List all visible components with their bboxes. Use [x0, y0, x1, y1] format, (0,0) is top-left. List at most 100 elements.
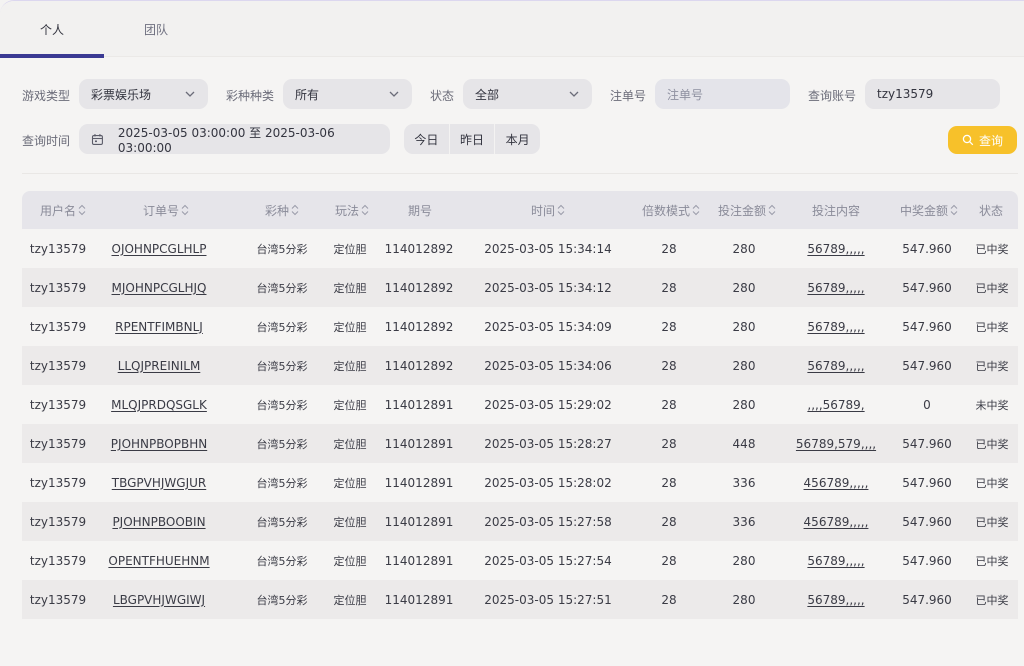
- cell-status: 已中奖: [975, 515, 1009, 529]
- cell-bet-content[interactable]: 456789,,,,,: [786, 463, 886, 502]
- cell-win-amount: 547.960: [902, 475, 952, 490]
- column-label: 用户名: [39, 203, 76, 218]
- cell-issue: 114012892: [384, 358, 454, 373]
- cell-bet-amount: 280: [732, 592, 756, 607]
- account-value: tzy13579: [877, 87, 934, 101]
- table-row: tzy13579 MJOHNPCGLHJQ 台湾5分彩 定位胆 114012892 202…: [22, 268, 1018, 307]
- cell-lottery: 台湾5分彩: [256, 437, 308, 451]
- sort-icon: [78, 204, 86, 216]
- cell-bet-content[interactable]: 56789,,,,,: [786, 229, 886, 268]
- cell-multiplier: 28: [661, 514, 677, 529]
- search-icon: [962, 134, 974, 146]
- status-select[interactable]: 全部: [463, 79, 592, 109]
- lottery-type-label: 彩种种类: [226, 89, 275, 103]
- game-type-value: 彩票娱乐场: [91, 87, 152, 102]
- query-button[interactable]: 查询: [948, 126, 1017, 154]
- cell-order-no[interactable]: RPENTFIMBNLJ: [94, 307, 224, 346]
- cell-username: tzy13579: [29, 280, 87, 295]
- sort-icon: [361, 204, 369, 216]
- cell-username: tzy13579: [29, 436, 87, 451]
- column-header-multiplier[interactable]: 倍数模式: [636, 191, 706, 229]
- yesterday-button[interactable]: 昨日: [450, 124, 496, 154]
- cell-win-amount: 547.960: [902, 592, 952, 607]
- cell-time: 2025-03-05 15:34:06: [484, 358, 612, 373]
- cell-order-no[interactable]: MJOHNPCGLHJQ: [94, 268, 224, 307]
- query-button-label: 查询: [978, 133, 1003, 148]
- cell-order-no[interactable]: LLQJPREINILM: [94, 346, 224, 385]
- cell-order-no[interactable]: MLQJPRDQSGLK: [94, 385, 224, 424]
- cell-issue: 114012891: [384, 553, 454, 568]
- cell-issue: 114012891: [384, 475, 454, 490]
- cell-status: 已中奖: [975, 554, 1009, 568]
- column-header-lottery[interactable]: 彩种: [240, 191, 324, 229]
- table-row: tzy13579 TBGPVHJWGJUR 台湾5分彩 定位胆 114012891 202…: [22, 463, 1018, 502]
- cell-win-amount: 547.960: [902, 280, 952, 295]
- tab-personal[interactable]: 个人: [0, 1, 104, 58]
- cell-time: 2025-03-05 15:34:09: [484, 319, 612, 334]
- column-header-order-no[interactable]: 订单号: [104, 191, 228, 229]
- column-header-time[interactable]: 时间: [466, 191, 630, 229]
- account-label: 查询账号: [808, 89, 857, 103]
- today-button[interactable]: 今日: [404, 124, 450, 154]
- column-header-win-amount[interactable]: 中奖金额: [888, 191, 970, 229]
- table-row: tzy13579 PJOHNPBOPBHN 台湾5分彩 定位胆 114012891 202…: [22, 424, 1018, 463]
- cell-order-no[interactable]: OJOHNPCGLHLP: [94, 229, 224, 268]
- column-header-bet-content: 投注内容: [788, 191, 884, 229]
- cell-bet-content[interactable]: ,,,,56789,: [786, 385, 886, 424]
- cell-status: 已中奖: [975, 242, 1009, 256]
- column-header-play[interactable]: 玩法: [320, 191, 384, 229]
- cell-issue: 114012892: [384, 241, 454, 256]
- cell-win-amount: 547.960: [902, 319, 952, 334]
- cell-order-no[interactable]: PJOHNPBOPBHN: [94, 424, 224, 463]
- cell-play: 定位胆: [333, 515, 367, 529]
- cell-order-no[interactable]: PJOHNPBOOBIN: [94, 502, 224, 541]
- game-type-select[interactable]: 彩票娱乐场: [79, 79, 208, 109]
- column-header-bet-amount[interactable]: 投注金额: [710, 191, 784, 229]
- cell-bet-content[interactable]: 456789,,,,,: [786, 502, 886, 541]
- status-label: 状态: [430, 89, 455, 103]
- game-type-label: 游戏类型: [22, 89, 71, 103]
- cell-order-no[interactable]: TBGPVHJWGJUR: [94, 463, 224, 502]
- table-row: tzy13579 OPENTFHUEHNM 台湾5分彩 定位胆 114012891 202…: [22, 541, 1018, 580]
- cell-username: tzy13579: [29, 241, 87, 256]
- cell-multiplier: 28: [661, 397, 677, 412]
- column-label: 期号: [407, 203, 432, 218]
- cell-lottery: 台湾5分彩: [256, 515, 308, 529]
- cell-play: 定位胆: [333, 554, 367, 568]
- cell-multiplier: 28: [661, 280, 677, 295]
- cell-bet-amount: 280: [732, 397, 756, 412]
- cell-username: tzy13579: [29, 319, 87, 334]
- cell-time: 2025-03-05 15:28:27: [484, 436, 612, 451]
- cell-status: 已中奖: [975, 476, 1009, 490]
- cell-order-no[interactable]: OPENTFHUEHNM: [94, 541, 224, 580]
- account-input[interactable]: tzy13579: [865, 79, 1000, 109]
- chevron-down-icon: [569, 91, 579, 97]
- cell-bet-amount: 280: [732, 553, 756, 568]
- order-no-input[interactable]: 注单号: [655, 79, 790, 109]
- lottery-type-select[interactable]: 所有: [283, 79, 412, 109]
- cell-username: tzy13579: [29, 358, 87, 373]
- cell-lottery: 台湾5分彩: [256, 242, 308, 256]
- divider: [22, 173, 1018, 174]
- cell-bet-content[interactable]: 56789,579,,,,: [786, 424, 886, 463]
- table-row: tzy13579 LBGPVHJWGIWJ 台湾5分彩 定位胆 114012891 202…: [22, 580, 1018, 619]
- cell-bet-content[interactable]: 56789,,,,,: [786, 346, 886, 385]
- this-month-button[interactable]: 本月: [495, 124, 540, 154]
- cell-username: tzy13579: [29, 514, 87, 529]
- lottery-type-value: 所有: [295, 87, 320, 102]
- cell-bet-content[interactable]: 56789,,,,,: [786, 268, 886, 307]
- column-header-username[interactable]: 用户名: [22, 191, 104, 229]
- chevron-down-icon: [185, 91, 195, 97]
- cell-lottery: 台湾5分彩: [256, 359, 308, 373]
- cell-bet-content[interactable]: 56789,,,,,: [786, 541, 886, 580]
- tab-team[interactable]: 团队: [104, 1, 208, 57]
- cell-status: 未中奖: [975, 398, 1009, 412]
- column-label: 投注内容: [811, 203, 860, 218]
- date-range-input[interactable]: 2025-03-05 03:00:00 至 2025-03-06 03:00:0…: [79, 124, 390, 155]
- cell-order-no[interactable]: LBGPVHJWGIWJ: [94, 580, 224, 619]
- cell-bet-content[interactable]: 56789,,,,,: [786, 307, 886, 346]
- column-label: 中奖金额: [899, 203, 948, 218]
- cell-win-amount: 547.960: [902, 436, 952, 451]
- cell-bet-content[interactable]: 56789,,,,,: [786, 580, 886, 619]
- column-label: 订单号: [142, 203, 179, 218]
